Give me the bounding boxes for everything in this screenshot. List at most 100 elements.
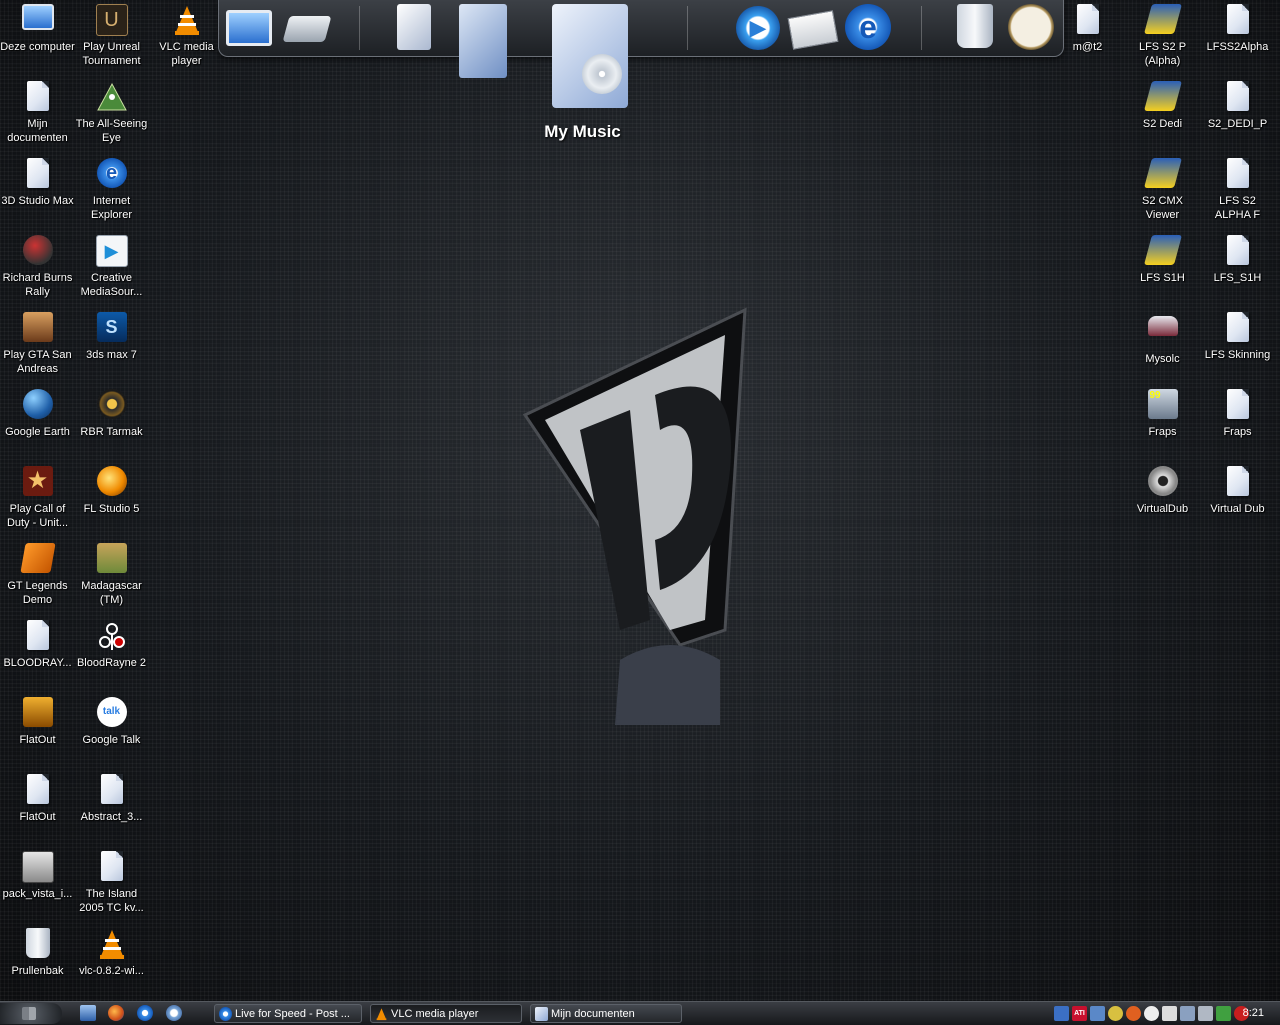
desktop-icon-richard-burns-rally[interactable]: Richard Burns Rally <box>0 233 75 310</box>
recycle-bin-icon <box>22 928 54 960</box>
desktop-icon-pack-vista[interactable]: pack_vista_i... <box>0 849 75 926</box>
desktop-icon-bloodrayne-2[interactable]: BloodRayne 2 <box>74 618 149 695</box>
antivirus-icon[interactable] <box>1126 1006 1141 1021</box>
task-vlc-media-player[interactable]: VLC media player <box>370 1004 522 1023</box>
dock-documents[interactable] <box>391 4 437 52</box>
desktop-icon-s2-dedi[interactable]: S2 Dedi <box>1125 79 1200 156</box>
vlc-icon <box>171 4 203 36</box>
dock-media-player[interactable]: ▶ <box>733 4 783 52</box>
clock-icon <box>1008 4 1054 50</box>
wheel-icon <box>96 389 128 421</box>
clock[interactable]: 8:21 <box>1243 1003 1264 1024</box>
gta-icon <box>22 312 54 344</box>
desktop-icon-3ds-max-7[interactable]: S 3ds max 7 <box>74 310 149 387</box>
dock-hover-label: My Music <box>544 122 621 141</box>
winamp-icon[interactable] <box>1162 1006 1177 1021</box>
fruity-icon <box>96 466 128 498</box>
lfs-icon <box>1143 4 1182 36</box>
desktop-icon-fraps[interactable]: 99 Fraps <box>1125 387 1200 464</box>
ie-icon: e <box>845 4 891 50</box>
documents-icon <box>397 4 431 50</box>
desktop-icon-creative-mediasource[interactable]: ▶ Creative MediaSour... <box>74 233 149 310</box>
file-icon <box>1222 81 1254 113</box>
desktop-icon-s2-cmx-viewer[interactable]: S2 CMX Viewer <box>1125 156 1200 233</box>
desktop-icon-mijn-documenten[interactable]: Mijn documenten <box>0 79 75 156</box>
desktop-icon-madagascar[interactable]: Madagascar (TM) <box>74 541 149 618</box>
dock-scanner[interactable] <box>281 4 333 52</box>
firefox-icon[interactable] <box>108 1005 124 1021</box>
ati-icon[interactable]: ATI <box>1072 1006 1087 1021</box>
file-icon <box>1222 158 1254 190</box>
desktop-icon-google-earth[interactable]: Google Earth <box>0 387 75 464</box>
chat-icon[interactable] <box>1144 1006 1159 1021</box>
dock-bar: ▶ e <box>218 0 1064 108</box>
desktop-icon-abstract[interactable]: Abstract_3... <box>74 772 149 849</box>
desktop-icon-internet-explorer[interactable]: e Internet Explorer <box>74 156 149 233</box>
lfs-icon <box>1143 235 1182 267</box>
desktop-icon-lfss2alpha[interactable]: LFSS2Alpha <box>1200 2 1275 79</box>
fraps-icon: 99 <box>1147 389 1179 421</box>
network-icon[interactable] <box>1054 1006 1069 1021</box>
desktop-icon-google-talk[interactable]: talk Google Talk <box>74 695 149 772</box>
desktop-icon-fl-studio-5[interactable]: FL Studio 5 <box>74 464 149 541</box>
desktop-icon-unreal-tournament[interactable]: U Play Unreal Tournament <box>74 2 149 79</box>
desktop-icon-mysolc[interactable]: Mysolc <box>1125 310 1200 387</box>
desktop-icon-gta-san-andreas[interactable]: Play GTA San Andreas <box>0 310 75 387</box>
tray-app-icon[interactable] <box>1180 1006 1195 1021</box>
dock-mail[interactable] <box>787 4 839 52</box>
desktop-icon-vlc-media-player[interactable]: VLC media player <box>149 2 224 79</box>
desktop-icon-deze-computer[interactable]: Deze computer <box>0 2 75 79</box>
desktop-icon-rbr-tarmak[interactable]: RBR Tarmak <box>74 387 149 464</box>
documents-icon <box>22 81 54 113</box>
taskbar: Live for Speed - Post ... VLC media play… <box>0 1001 1280 1025</box>
desktop-icon-lfs-skinning[interactable]: LFS Skinning <box>1200 310 1275 387</box>
desktop-icon-prullenbak[interactable]: Prullenbak <box>0 926 75 1003</box>
file-icon <box>22 158 54 190</box>
task-mijn-documenten[interactable]: Mijn documenten <box>530 1004 682 1023</box>
tray-app-icon[interactable] <box>1216 1006 1231 1021</box>
desktop-icon-s2-dedi-p[interactable]: S2_DEDI_P <box>1200 79 1275 156</box>
desktop-icon-virtualdub[interactable]: VirtualDub <box>1125 464 1200 541</box>
desktop-icon-3d-studio-max[interactable]: 3D Studio Max <box>0 156 75 233</box>
task-live-for-speed[interactable]: Live for Speed - Post ... <box>214 1004 362 1023</box>
dock-recycle-bin[interactable] <box>951 4 999 52</box>
desktop-icon-all-seeing-eye[interactable]: The All-Seeing Eye <box>74 79 149 156</box>
file-icon <box>22 774 54 806</box>
desktop-icon-bloodrayne-file[interactable]: BLOODRAY... <box>0 618 75 695</box>
dock-computer[interactable] <box>223 4 275 52</box>
monitor-icon[interactable] <box>1090 1006 1105 1021</box>
3ds-max-icon: S <box>96 312 128 344</box>
desktop-icon-flatout-file[interactable]: FlatOut <box>0 772 75 849</box>
desktop-icon-the-island[interactable]: The Island 2005 TC kv... <box>74 849 149 926</box>
windows-logo-icon <box>22 1007 36 1020</box>
dock-internet-explorer[interactable]: e <box>841 4 895 52</box>
start-button[interactable] <box>0 1003 62 1024</box>
desktop-icon-lfs-s1h-file[interactable]: LFS_S1H <box>1200 233 1275 310</box>
desktop-icon-lfs-s2-alpha-f[interactable]: LFS S2 ALPHA F <box>1200 156 1275 233</box>
recycle-bin-icon <box>957 4 993 48</box>
package-icon <box>21 851 54 883</box>
desktop-icon-call-of-duty[interactable]: ★ Play Call of Duty - Unit... <box>0 464 75 541</box>
task-label: Mijn documenten <box>551 1008 635 1020</box>
dock-my-music[interactable] <box>545 4 635 108</box>
dock-separator <box>687 6 688 50</box>
dock-pictures[interactable] <box>453 4 513 78</box>
desktop-icon-lfs-s2-p-alpha[interactable]: LFS S2 P (Alpha) <box>1125 2 1200 79</box>
globe-icon <box>22 389 54 421</box>
desktop-icon-virtual-dub-file[interactable]: Virtual Dub <box>1200 464 1275 541</box>
desktop-icon-vlc-installer[interactable]: vlc-0.8.2-wi... <box>74 926 149 1003</box>
lfs-icon <box>1143 81 1182 113</box>
desktop-icon-fraps-file[interactable]: Fraps <box>1200 387 1275 464</box>
desktop-icon-mat2[interactable]: m@t2 <box>1050 2 1125 79</box>
ie-icon[interactable] <box>137 1005 153 1021</box>
desktop-icon-flatout-game[interactable]: FlatOut <box>0 695 75 772</box>
flatout-icon <box>22 697 54 729</box>
tray-app-icon[interactable] <box>1108 1006 1123 1021</box>
file-icon <box>1222 466 1254 498</box>
show-desktop-icon[interactable] <box>80 1005 96 1021</box>
desktop-icon-gt-legends[interactable]: GT Legends Demo <box>0 541 75 618</box>
media-player-icon[interactable] <box>166 1005 182 1021</box>
media-player-icon: ▶ <box>95 235 128 267</box>
desktop-icon-lfs-s1h[interactable]: LFS S1H <box>1125 233 1200 310</box>
volume-icon[interactable] <box>1198 1006 1213 1021</box>
